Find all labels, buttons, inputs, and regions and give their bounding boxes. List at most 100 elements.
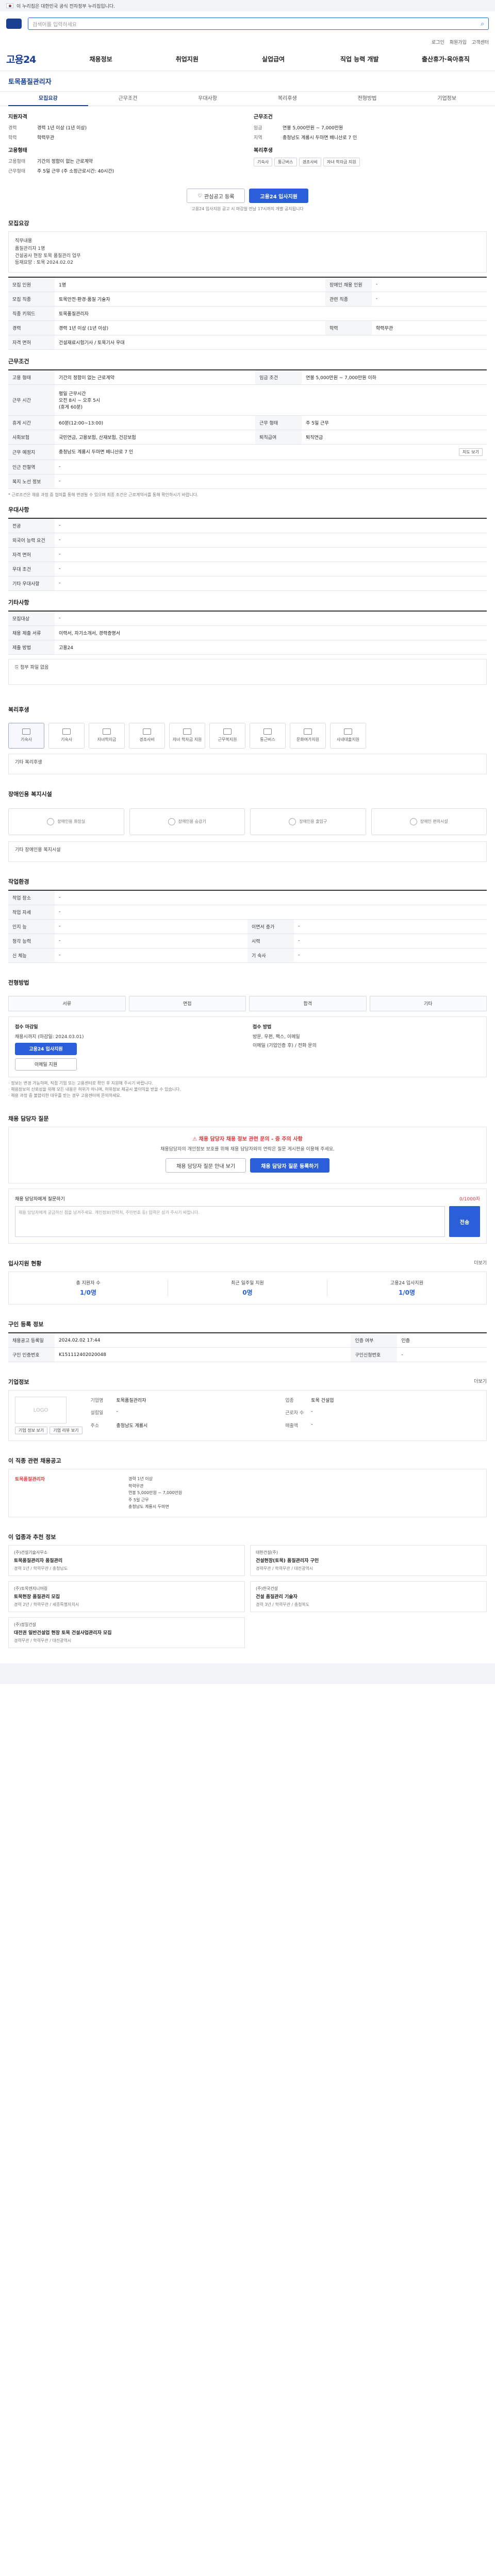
welfare-chip: 통근버스 — [274, 158, 297, 166]
qa-textarea[interactable]: 채용 담당자에게 궁금하신 점을 남겨주세요. 개인정보(연락처, 주민번호 등… — [15, 1206, 445, 1237]
search-icon[interactable]: ⌕ — [481, 20, 484, 28]
heart-icon: ♡ — [197, 193, 202, 199]
save-job-button[interactable]: ♡ 관심공고 등록 — [187, 189, 245, 203]
tab-prefer[interactable]: 우대사항 — [168, 92, 248, 106]
map-button[interactable]: 지도 보기 — [459, 448, 483, 456]
similar-item-title[interactable]: 토목품질관리자 — [15, 1476, 118, 1482]
welfare-label: 자녀학자금 — [97, 737, 117, 742]
gnb-logo[interactable]: 고용24 — [6, 52, 58, 66]
summary-right-title: 근무조건 — [254, 114, 273, 120]
row-value: - — [55, 576, 487, 591]
tab-conditions[interactable]: 근무조건 — [88, 92, 168, 106]
apply-right: 접수 방법 방문, 우편, 팩스, 이메일 이메일 (기업인증 후) / 전화 … — [253, 1023, 480, 1071]
row-key: 인증 여부 — [351, 1333, 398, 1348]
apply-online-button[interactable]: 고용24 입사지원 — [15, 1042, 77, 1055]
gnb-item-benefit[interactable]: 실업급여 — [230, 55, 316, 63]
company-info-button[interactable]: 기업 정보 보기 — [15, 1427, 48, 1434]
kv-value: 충청남도 계룡시 — [116, 1423, 148, 1429]
row-value: - — [372, 277, 487, 292]
util-help[interactable]: 고객센터 — [472, 39, 489, 45]
apply-email-button[interactable]: 이메일 지원 — [15, 1058, 77, 1071]
company-title: 기업정보 — [8, 1379, 29, 1385]
gnb-item-leave[interactable]: 출산휴가·육아휴직 — [403, 55, 489, 63]
row-key: 구인신청번호 — [351, 1347, 398, 1362]
row-key: 우대 조건 — [8, 562, 55, 577]
stats-section-title: 입사지원 현황 더보기 — [8, 1259, 487, 1267]
conditions-footnote: * 근로조건은 채용 과정 중 협의를 통해 변경될 수 있으며 최종 조건은 … — [8, 492, 199, 497]
row-value: 기간의 정함이 없는 근로계약 — [55, 369, 256, 385]
summary-right2-title: 복리후생 — [254, 148, 273, 154]
row-value: 퇴직연금 — [302, 430, 487, 445]
row-value: - — [55, 562, 487, 577]
row-value: - — [55, 948, 248, 963]
wheelchair-icon — [409, 818, 417, 825]
gnb-item-support[interactable]: 취업지원 — [144, 55, 230, 63]
apply-notes: · 정보는 변경 가능하며, 직접 기업 또는 고용센터로 확인 후 지원해 주… — [8, 1080, 487, 1099]
qa-guide-button[interactable]: 채용 담당자 질문 안내 보기 — [166, 1158, 246, 1173]
row-key: 근무 형태 — [255, 415, 302, 430]
company-kv: 주소 충청남도 계룡시 — [91, 1422, 286, 1431]
stats-more-link[interactable]: 더보기 — [474, 1259, 487, 1266]
bed-icon — [62, 728, 71, 735]
stat-label: 최근 일주일 지원 — [231, 1281, 264, 1286]
util-login[interactable]: 로그인 — [432, 39, 444, 45]
kv-key: 업종 — [285, 1398, 294, 1403]
qa-form-head: 채용 담당자에게 질문하기 0/1000자 — [15, 1195, 480, 1202]
row-key: 작업 자세 — [8, 905, 55, 920]
company-review-button[interactable]: 기업 리뷰 보기 — [50, 1427, 82, 1434]
table-row: 복지 노선 정보 - — [8, 474, 487, 489]
tab-welfare[interactable]: 복리후생 — [248, 92, 327, 106]
row-key: 장애인 채용 인원 — [325, 277, 372, 292]
table-row: 직종 키워드 토목품질관리자 — [8, 306, 487, 321]
apply-box: 접수 마감일 채용시까지 (마감일: 2024.03.01) 고용24 입사지원… — [8, 1016, 487, 1077]
row-value: - — [372, 292, 487, 307]
conditions-section-title: 근무조건 — [8, 358, 29, 365]
section-tabs: 모집요강 근무조건 우대사항 복리후생 전형방법 기업정보 — [0, 92, 495, 106]
row-value: 주 5일 근무 — [302, 415, 487, 430]
recommend-card[interactable]: (주)정밀건설 대전권 일반건설업 현장 토목 건설사업관리자 모집 경력무관 / … — [8, 1617, 245, 1648]
row-value: 경력 1년 이상 (1년 이상) — [55, 320, 326, 335]
qa-input-row: 채용 담당자에게 궁금하신 점을 남겨주세요. 개인정보(연락처, 주민번호 등… — [15, 1206, 480, 1237]
welfare-card: 기숙사 — [48, 722, 85, 749]
row-value: - — [55, 919, 248, 934]
recommend-card[interactable]: (주)건설기술사무소 토목품질관리자 품질관리 경력 1년 / 학력무관 / 충청남… — [8, 1545, 245, 1576]
welfare-chip: 경조사비 — [299, 158, 321, 166]
recommend-card[interactable]: (주)한국건설 건설 품질관리 기술자 경력 3년 / 학력무관 / 충청북도 — [250, 1581, 487, 1612]
gnb-item-jobs[interactable]: 채용정보 — [58, 55, 144, 63]
qa-form: 채용 담당자에게 질문하기 0/1000자 채용 담당자에게 궁금하신 점을 남… — [8, 1189, 487, 1244]
disability-label: 장애인 편의시설 — [420, 819, 448, 824]
company-more-link[interactable]: 더보기 — [474, 1378, 487, 1384]
welfare-section-title: 복리후생 — [8, 706, 29, 713]
table-row: 자격 면허 - — [8, 547, 487, 562]
row-value: 이력서, 자기소개서, 경력증명서 — [55, 625, 487, 640]
recruit-table: 모집 인원 1명 장애인 채용 인원 - 모집 직종 토목안전·환경·품질 기술자 관련 … — [8, 276, 487, 350]
welfare-card: 사내대출지원 — [330, 722, 366, 749]
apply-button[interactable]: 고용24 입사지원 — [249, 189, 308, 203]
similar-box: 토목품질관리자 경력 1년 이상 학력무관 연봉 5,000만원 ~ 7,000… — [8, 1469, 487, 1517]
recommend-card[interactable]: (주)토목엔지니어링 토목현장 품질관리 모집 경력 2년 / 학력무관 / 세종특… — [8, 1581, 245, 1612]
tab-process[interactable]: 전형방법 — [327, 92, 407, 106]
row-value: 평일 근무시간 오전 8시 ~ 오후 5시 (휴게 60분) — [55, 384, 487, 416]
row-value: - — [55, 547, 487, 562]
disability-grid: 장애인용 화장실 장애인용 승강기 장애인용 출입구 장애인 편의시설 — [8, 802, 487, 841]
summary-row: 근무형태 주 5일 근무 (주 소정근로시간: 40시간) — [8, 167, 241, 174]
disability-label: 장애인용 승강기 — [178, 819, 206, 824]
kv-key: 학력 — [8, 135, 17, 141]
similar-list: 경력 1년 이상 학력무관 연봉 5,000만원 ~ 7,000만원 주 5일 … — [128, 1476, 480, 1511]
company-kv: 기업명 토목품질관리자 — [91, 1397, 286, 1406]
qa-submit-button[interactable]: 전송 — [449, 1206, 480, 1237]
kv-value: 충청남도 계룡시 두마면 배니산로 7 인 — [283, 135, 357, 141]
site-logo-icon[interactable] — [6, 19, 22, 29]
rec-title: 건설현장(토목) 품질관리자 구인 — [256, 1558, 319, 1564]
gnb-item-training[interactable]: 직업 능력 개발 — [317, 55, 403, 63]
recommend-card[interactable]: 대한건설(주) 건설현장(토목) 품질관리자 구인 경력무관 / 학력무관 / 대전… — [250, 1545, 487, 1576]
apply-note: · 채용 과정 중 불합리한 대우를 받는 경우 고용센터에 문의하세요. — [8, 1093, 122, 1098]
similar-list-item: 경력 1년 이상 — [128, 1477, 153, 1481]
search-input[interactable]: 검색어를 입력하세요 ⌕ — [28, 18, 489, 30]
tab-recruit[interactable]: 모집요강 — [8, 92, 88, 106]
kv-key: 매출액 — [285, 1423, 299, 1429]
util-signup[interactable]: 회원가입 — [450, 39, 467, 45]
tab-company[interactable]: 기업정보 — [407, 92, 487, 106]
qa-notice-box: ⚠ 채용 담당자 채용 정보 관련 문의 - 중 주의 사항 채용담당자의 개인… — [8, 1126, 487, 1183]
qa-register-button[interactable]: 채용 담당자 질문 등록하기 — [250, 1158, 329, 1173]
